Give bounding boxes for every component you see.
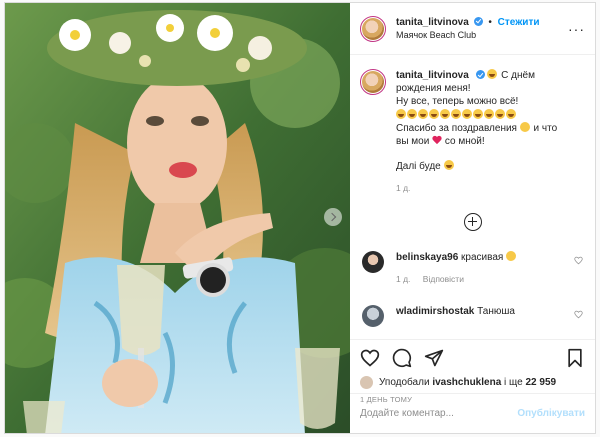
publish-button[interactable]: Опублікувати	[517, 408, 585, 419]
smiling-emoji-icon	[443, 160, 454, 171]
comment-age[interactable]: 1 д.	[396, 274, 410, 284]
likes-prefix: Уподобали	[379, 377, 430, 388]
comment-body: wladimirshostak Танюша	[396, 305, 515, 327]
emoji-row	[396, 108, 576, 122]
author-username[interactable]: tanita_litvinova	[396, 17, 469, 28]
location-link[interactable]: Маячок Beach Club	[396, 29, 540, 41]
post-caption: tanita_litvinova С днём рождения меня! Н…	[360, 69, 585, 195]
caption-line-4-end: со мной!	[444, 135, 485, 147]
laughing-emoji-icon	[462, 108, 472, 119]
laughing-emoji-icon	[429, 108, 439, 119]
laughing-emoji-icon	[396, 108, 406, 119]
comment-icon[interactable]	[392, 348, 412, 368]
next-photo-button[interactable]	[324, 208, 342, 226]
action-icons	[360, 346, 585, 370]
liker-username[interactable]: ivashchuklena	[432, 377, 501, 388]
laughing-emoji-icon	[473, 108, 483, 119]
comment-like-heart-icon[interactable]	[574, 310, 583, 319]
commenter-avatar[interactable]	[362, 304, 384, 327]
comment-text: красивая	[461, 251, 504, 263]
caption-username[interactable]: tanita_litvinova	[396, 70, 469, 81]
follow-button[interactable]: Стежити	[498, 17, 540, 28]
laughing-emoji-icon	[451, 108, 461, 119]
laughing-emoji-icon	[484, 108, 494, 119]
red-heart-emoji-icon	[432, 136, 442, 145]
post-photo[interactable]	[5, 3, 350, 433]
caption-line-2: Ну все, теперь можно всё!	[396, 96, 519, 108]
commenter-avatar[interactable]	[362, 250, 384, 273]
liker-avatar[interactable]	[360, 376, 373, 389]
comment-item: wladimirshostak Танюша	[360, 304, 585, 327]
likes-suffix: і ще	[504, 377, 523, 388]
verified-badge-icon	[475, 70, 485, 79]
comments-section: tanita_litvinova С днём рождения меня! Н…	[350, 55, 595, 339]
post-modal: tanita_litvinova • Стежити Маячок Beach …	[4, 2, 596, 434]
caption-body: tanita_litvinova С днём рождения меня! Н…	[396, 69, 576, 195]
laughing-emoji-icon	[495, 108, 505, 119]
caption-line-3-tail: и что	[533, 122, 558, 134]
laughing-emoji-icon	[506, 108, 516, 119]
comment-text: Танюша	[477, 305, 515, 317]
bookmark-icon[interactable]	[565, 348, 585, 368]
comment-item: belinskaya96 красивая 1 д. Відповісти	[360, 250, 585, 285]
post-header: tanita_litvinova • Стежити Маячок Beach …	[350, 3, 595, 55]
smiling-emoji-icon	[506, 250, 517, 261]
caption-line-3: Спасибо за поздравления	[396, 122, 517, 134]
laughing-emoji-icon	[407, 108, 417, 119]
add-comment-bar: Опублікувати	[350, 393, 595, 433]
caption-line-4-start: вы мои	[396, 135, 430, 147]
photo-illustration	[5, 3, 350, 433]
chevron-right-icon	[327, 212, 337, 222]
comment-meta: 1 д. Відповісти	[396, 274, 517, 285]
separator-dot: •	[488, 16, 492, 28]
laughing-emoji-icon	[418, 108, 428, 119]
verified-badge-icon	[473, 16, 483, 26]
likes-summary: Уподобали ivashchuklena і ще 22 959	[360, 376, 585, 389]
caption-age[interactable]: 1 д.	[396, 183, 576, 194]
laughing-emoji-icon	[440, 108, 450, 119]
more-options-icon[interactable]: ···	[568, 21, 585, 37]
author-avatar[interactable]	[360, 15, 386, 42]
likes-count[interactable]: 22 959	[526, 377, 557, 388]
comment-body: belinskaya96 красивая 1 д. Відповісти	[396, 250, 517, 285]
commenter-username[interactable]: belinskaya96	[396, 252, 458, 263]
caption-avatar[interactable]	[360, 69, 386, 95]
commenter-username[interactable]: wladimirshostak	[396, 306, 474, 317]
reply-button[interactable]: Відповісти	[423, 274, 464, 284]
emoji-icon	[487, 69, 498, 79]
plus-circle-icon[interactable]	[463, 212, 482, 231]
caption-line-5: Далі буде	[396, 161, 441, 173]
comment-like-heart-icon[interactable]	[574, 256, 583, 265]
comment-input[interactable]	[360, 408, 518, 419]
hugging-emoji-icon	[519, 121, 530, 132]
author-info: tanita_litvinova • Стежити Маячок Beach …	[396, 16, 540, 42]
heart-icon[interactable]	[360, 348, 380, 368]
share-icon[interactable]	[424, 348, 444, 368]
post-side-panel: tanita_litvinova • Стежити Маячок Beach …	[350, 3, 595, 433]
